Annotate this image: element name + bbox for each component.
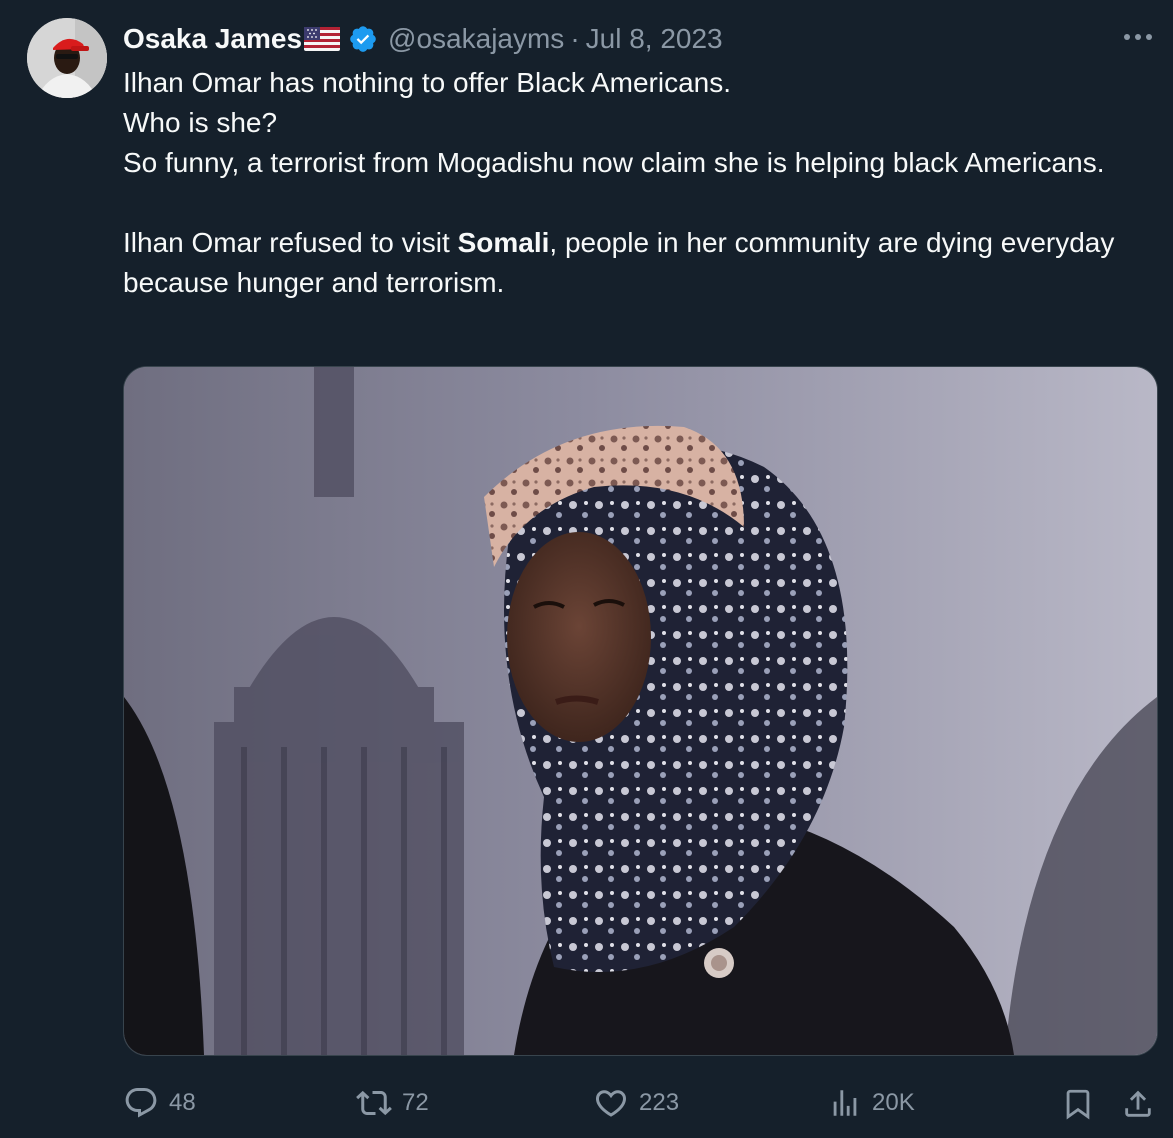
author-handle[interactable]: @osakajayms <box>388 23 564 55</box>
avatar-image <box>27 18 107 98</box>
bookmark-icon <box>1066 1089 1090 1120</box>
repost-icon <box>356 1090 392 1116</box>
tweet-header: Osaka James @osakajayms · Jul 8, 2023 <box>123 18 723 60</box>
like-button[interactable]: 223 <box>593 1080 679 1126</box>
avatar[interactable] <box>27 18 107 98</box>
verified-badge-icon[interactable] <box>348 24 378 54</box>
tweet-media-photo[interactable] <box>123 366 1158 1056</box>
us-flag-icon <box>304 27 341 51</box>
author-name[interactable]: Osaka James <box>123 23 302 55</box>
share-button[interactable] <box>1118 1084 1158 1124</box>
hashtag-bold-text: Somali <box>457 227 550 258</box>
tweet-line: So funny, a terrorist from Mogadishu now… <box>123 147 1105 178</box>
reply-count: 48 <box>169 1089 196 1116</box>
tweet-line: Who is she? <box>123 107 278 138</box>
bookmark-button[interactable] <box>1058 1084 1098 1124</box>
share-icon <box>1125 1090 1151 1117</box>
tweet-actions: 48 72 223 20K <box>123 1080 1163 1126</box>
tweet-date[interactable]: Jul 8, 2023 <box>586 23 723 55</box>
repost-count: 72 <box>402 1089 429 1116</box>
header-separator: · <box>570 23 580 54</box>
views-button[interactable]: 20K <box>828 1080 915 1126</box>
views-count: 20K <box>872 1089 915 1116</box>
like-count: 223 <box>639 1089 680 1116</box>
tweet-line: Ilhan Omar has nothing to offer Black Am… <box>123 67 732 98</box>
more-icon[interactable] <box>1121 22 1155 52</box>
reply-button[interactable]: 48 <box>123 1080 196 1126</box>
tweet-paragraph: Ilhan Omar refused to visit Somali, peop… <box>123 223 1133 303</box>
photo-image <box>124 367 1157 1055</box>
paragraph-text-before: Ilhan Omar refused to visit <box>123 227 458 258</box>
heart-icon <box>595 1090 627 1117</box>
repost-button[interactable]: 72 <box>356 1080 429 1126</box>
analytics-icon <box>833 1090 857 1116</box>
tweet: Osaka James @osakajayms · Jul 8, 2023 Il… <box>0 0 1173 1138</box>
tweet-text: Ilhan Omar has nothing to offer Black Am… <box>123 63 1133 303</box>
reply-icon <box>125 1088 157 1118</box>
